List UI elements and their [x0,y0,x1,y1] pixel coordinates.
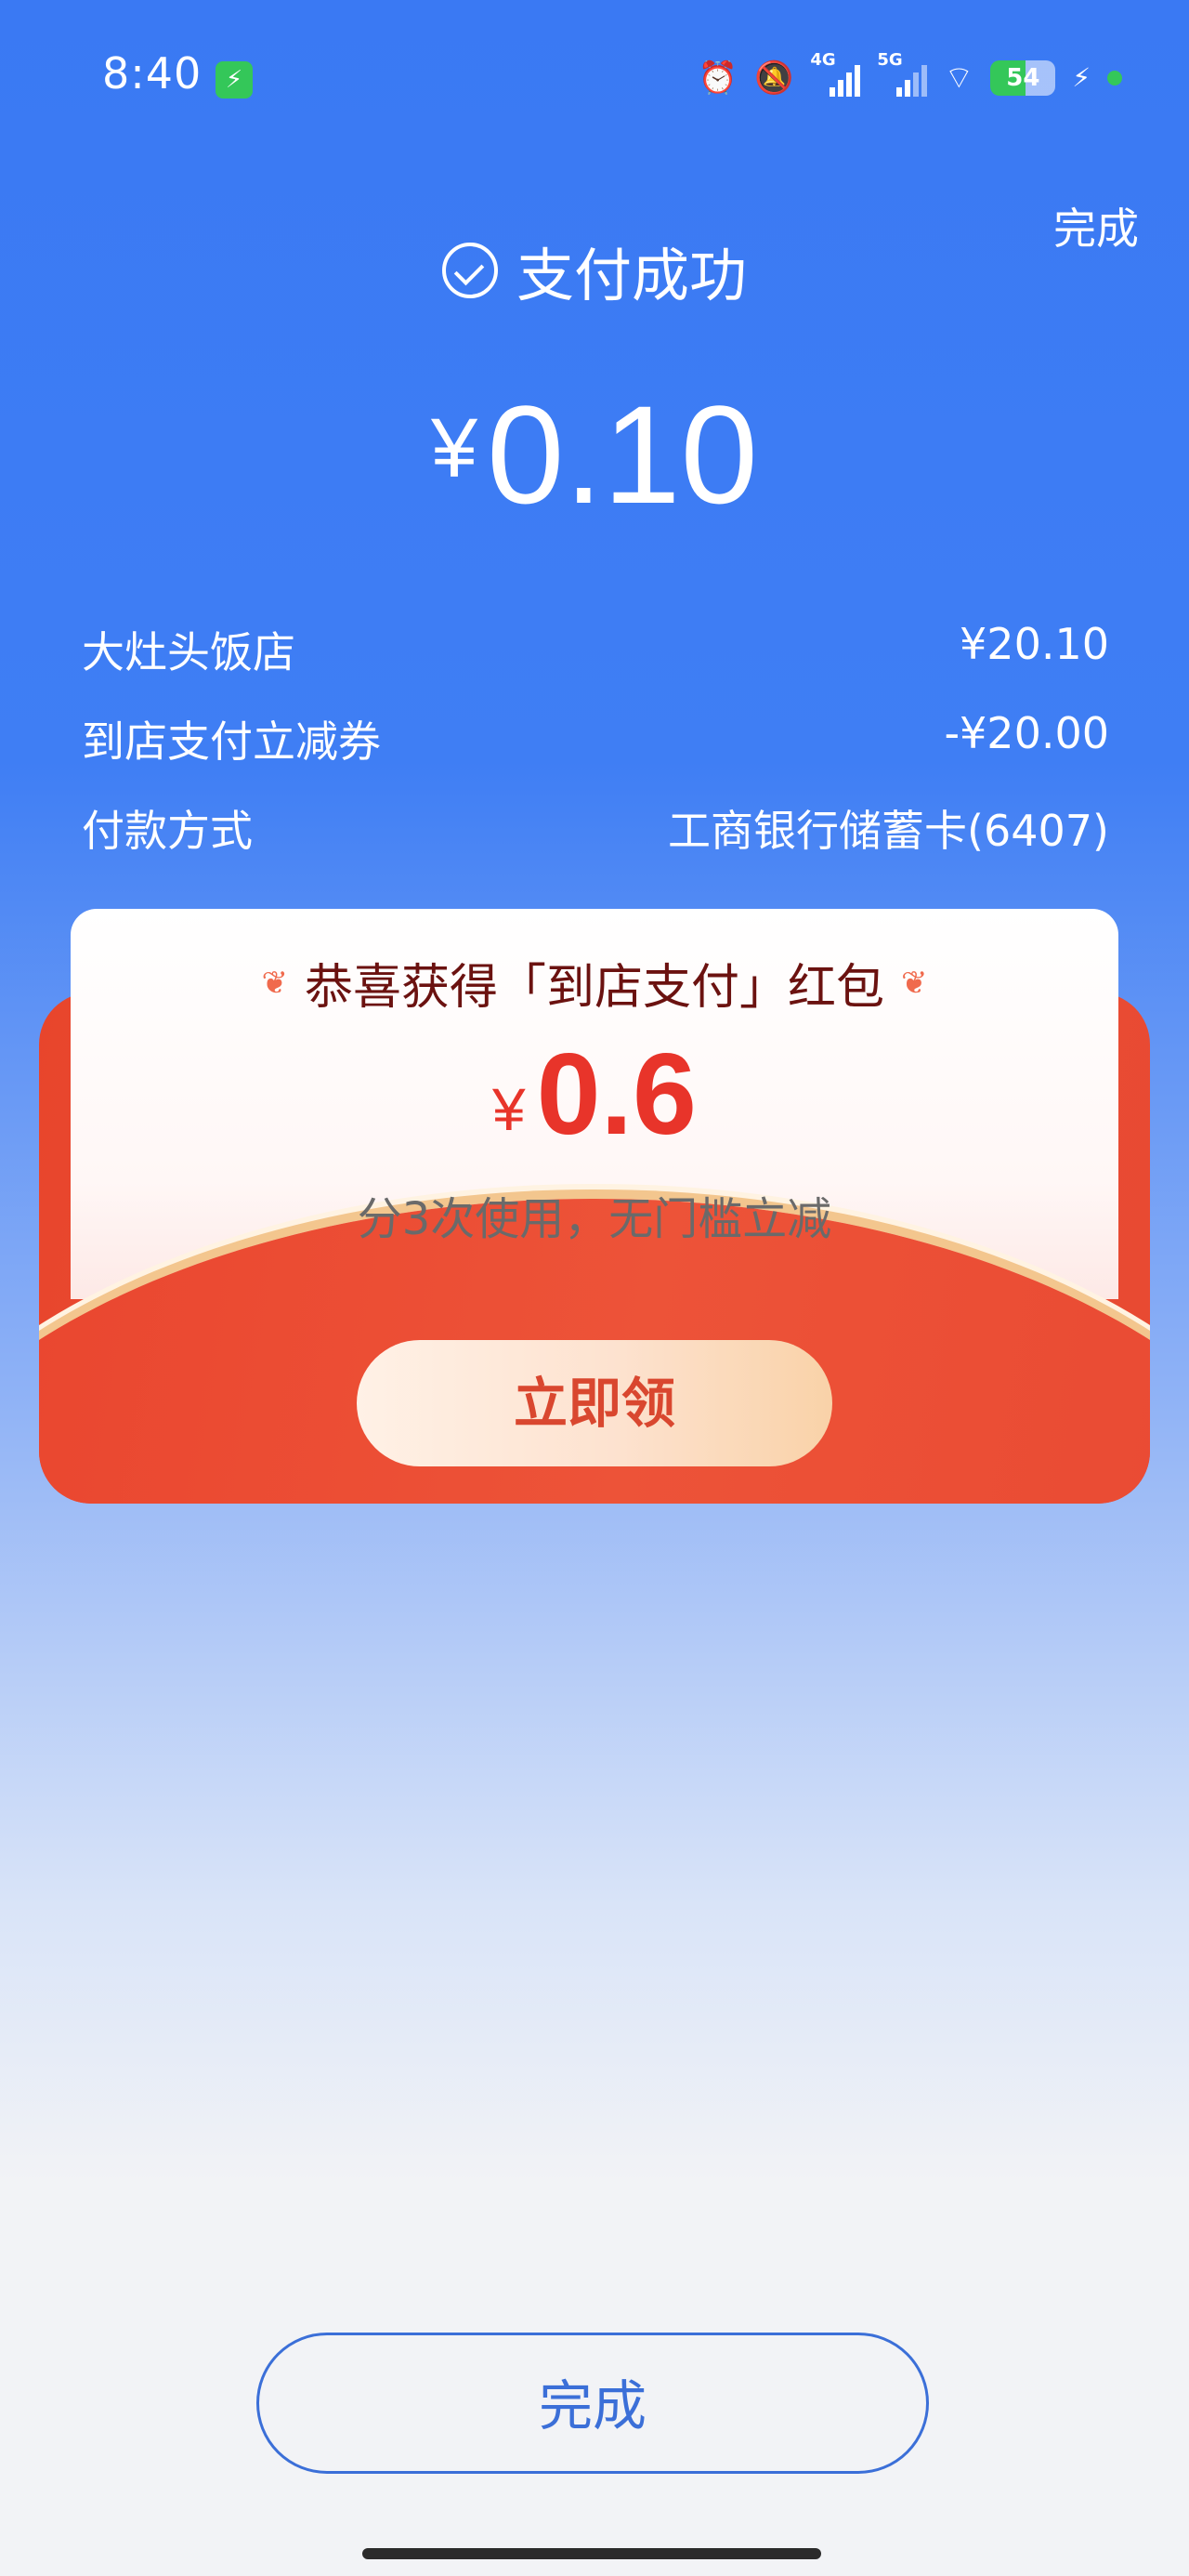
red-envelope-amount: ¥0.6 [71,1030,1118,1175]
bolt-icon: ⚡ [1072,62,1091,93]
merchant-value: ¥20.10 [960,619,1109,669]
payment-method-label: 付款方式 [82,806,253,856]
bonus-amount-value: 0.6 [536,1031,697,1159]
paid-amount: ¥0.10 [0,370,1189,533]
payment-method-value: 工商银行储蓄卡(6407) [668,806,1109,856]
status-icons: ⏰ 🔕 4G 5G ⌔ 54 ⚡ [698,50,1122,104]
red-envelope-title: ❦ 恭喜获得「到店支付」红包 ❦ [71,948,1118,1018]
signal-4g-icon: 4G [810,50,861,97]
currency-symbol: ¥ [430,402,478,495]
red-envelope-title-text: 恭喜获得「到店支付」红包 [304,960,884,1016]
leaf-right-icon: ❦ [901,964,928,1002]
alarm-icon: ⏰ [698,59,738,97]
payment-success-title: 支付成功 [0,229,1189,312]
check-circle-icon [441,243,498,298]
red-envelope-usage: 分3次使用，无门槛立减 [357,1193,832,1245]
coupon-label: 到店支付立减券 [82,716,381,767]
merchant-label: 大灶头饭店 [82,627,295,677]
amount-value: 0.10 [487,376,758,532]
done-button[interactable]: 完成 [256,2333,929,2474]
detail-row-merchant: 大灶头饭店 ¥20.10 [82,619,1109,680]
charging-icon: ⚡ [216,61,253,99]
battery-icon: 54 [990,60,1056,96]
wifi-icon: ⌔ [944,59,974,97]
coupon-value: -¥20.00 [944,708,1109,758]
bonus-currency-symbol: ¥ [492,1076,526,1143]
detail-row-payment-method: 付款方式 工商银行储蓄卡(6407) [82,797,1109,859]
leaf-left-icon: ❦ [261,964,288,1002]
detail-row-coupon: 到店支付立减券 -¥20.00 [82,708,1109,769]
home-indicator[interactable] [362,2548,821,2559]
success-text: 支付成功 [516,242,747,309]
claim-now-button[interactable]: 立即领 [357,1340,832,1466]
status-time: 8:40 [102,48,203,99]
privacy-indicator-dot [1107,71,1122,85]
mute-icon: 🔕 [754,59,794,97]
signal-5g-icon: 5G [877,50,928,97]
